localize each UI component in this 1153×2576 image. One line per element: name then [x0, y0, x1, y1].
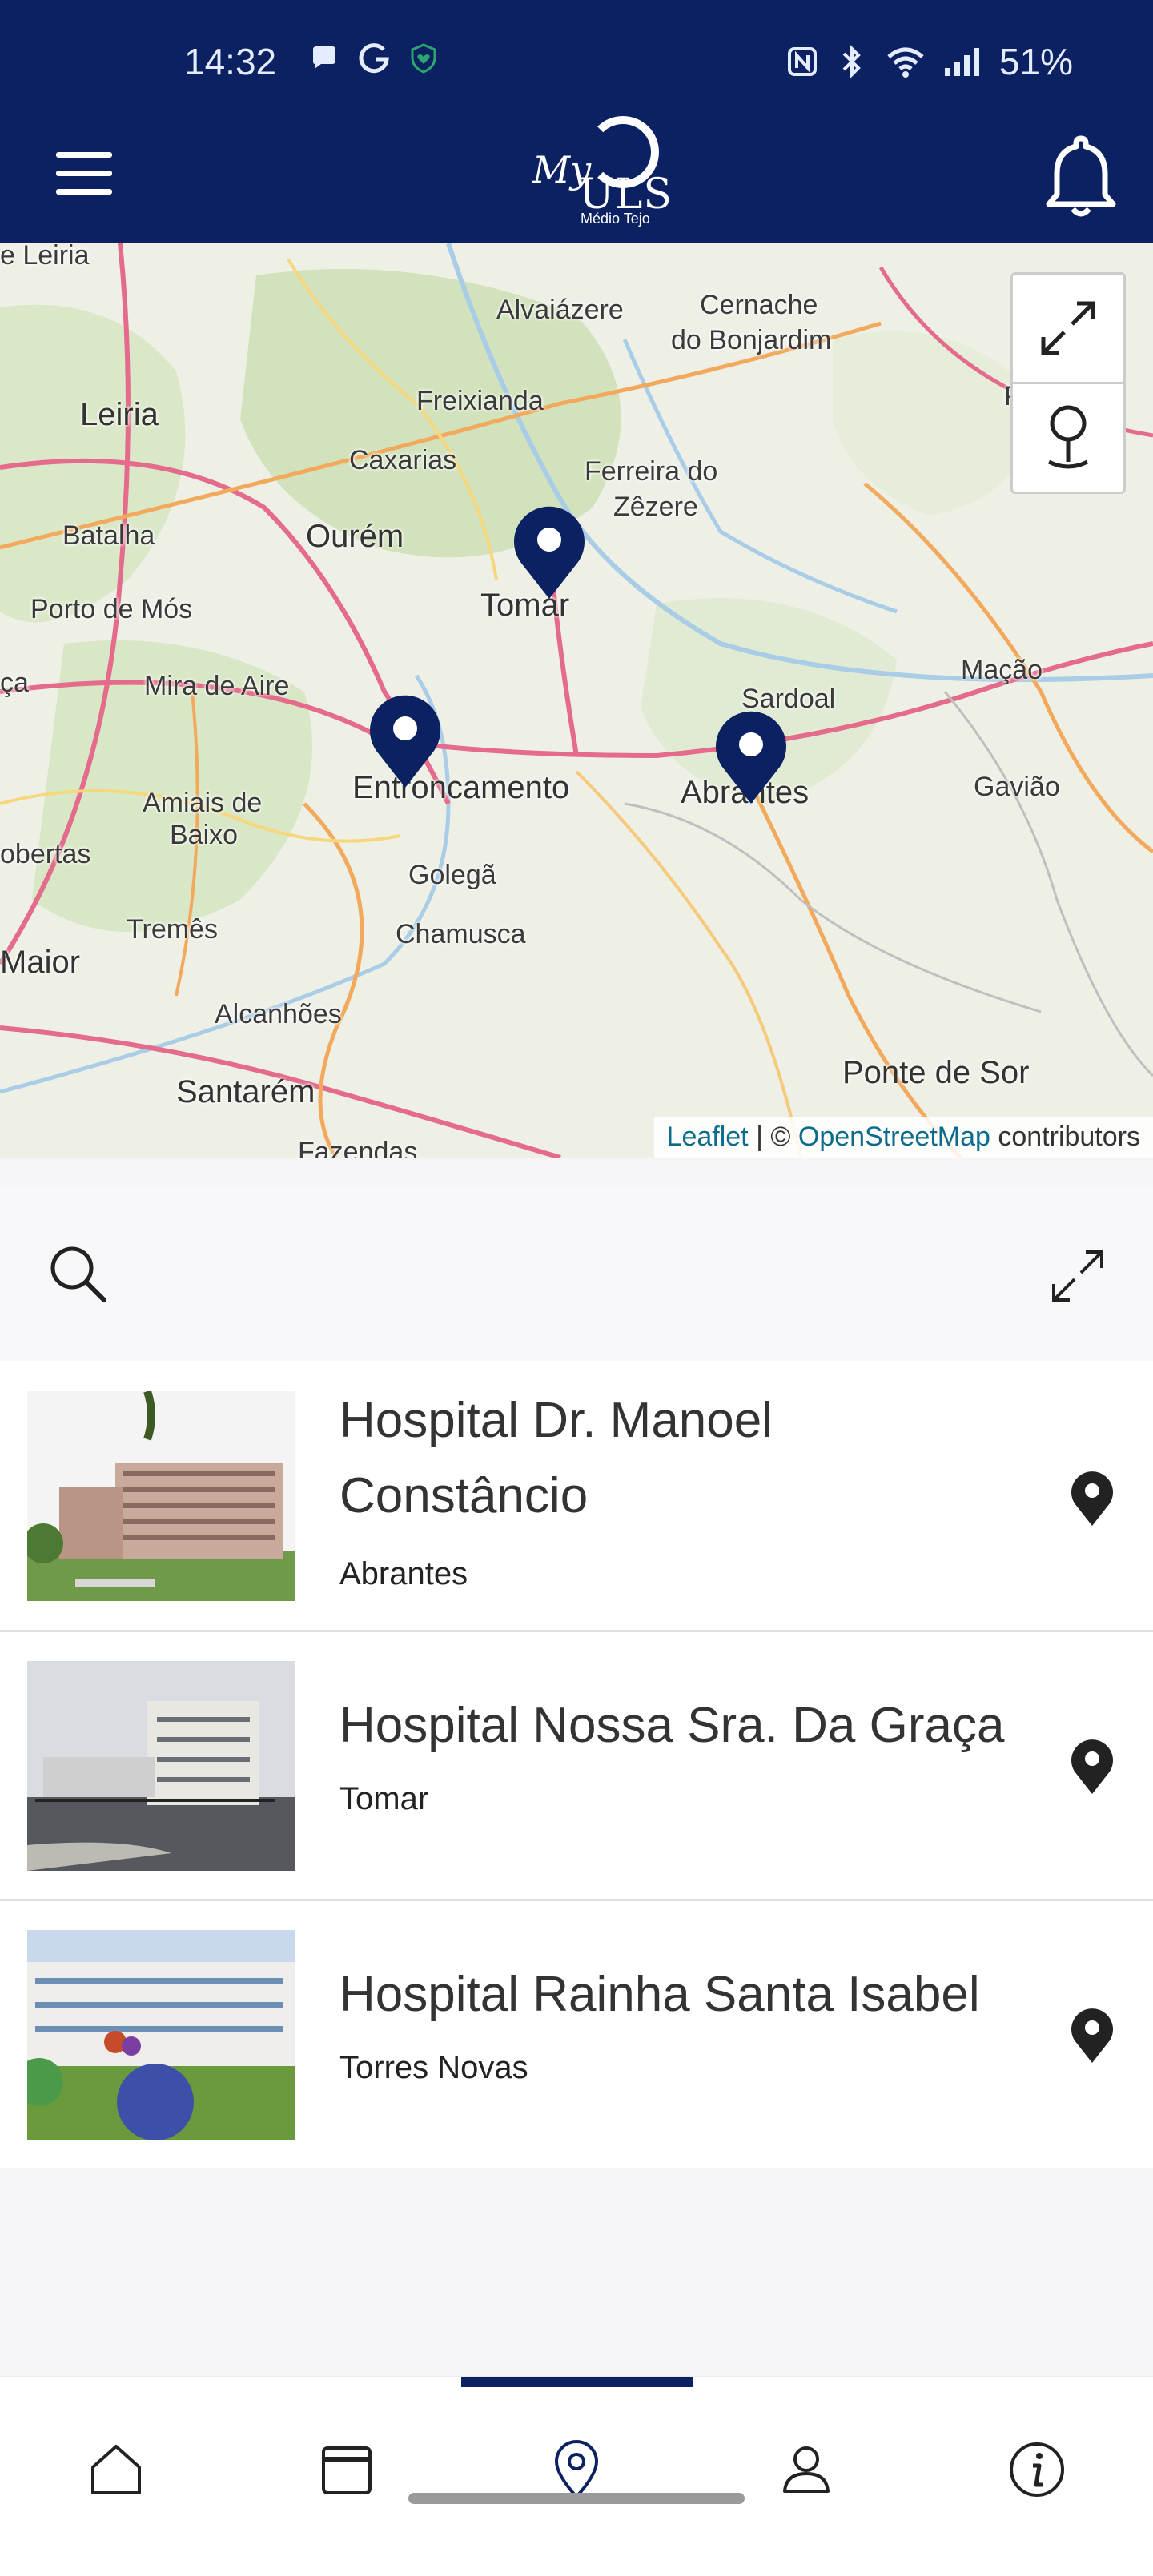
location-pin-icon[interactable]: [1068, 2005, 1116, 2064]
map-place-label: e Leiria: [0, 243, 90, 271]
map-place-label: Porto de Mós: [30, 594, 193, 624]
locate-pin-icon: [1047, 405, 1089, 469]
map-place-label: Zêzere: [613, 492, 698, 522]
list-item[interactable]: Hospital Dr. Manoel Constâncio Abrantes: [0, 1361, 1153, 1630]
leaflet-link[interactable]: Leaflet: [667, 1121, 749, 1152]
map-place-label: do Bonjardim: [671, 325, 832, 355]
map-place-label: Tremês: [127, 914, 218, 945]
nav-info[interactable]: [993, 2426, 1081, 2514]
map-place-label: Baixo: [170, 820, 239, 850]
hospital-photo: [27, 1930, 295, 2140]
hospital-photo: [27, 1391, 295, 1601]
map-marker-entroncamento[interactable]: [365, 692, 445, 789]
heart-shield-icon: [411, 43, 436, 74]
map-marker-abrantes[interactable]: [711, 708, 791, 805]
hospital-name: Hospital Dr. Manoel Constâncio: [339, 1393, 773, 1523]
bell-icon[interactable]: [1041, 132, 1121, 220]
signal-icon: [944, 48, 979, 76]
list-item[interactable]: Hospital Nossa Sra. Da Graça Tomar: [0, 1632, 1153, 1899]
map-place-label: Golegã: [408, 860, 496, 890]
fullscreen-button[interactable]: [1013, 275, 1123, 382]
profile-icon: [783, 2446, 830, 2493]
hospital-photo: [27, 1661, 295, 1871]
hospital-name: Hospital Rainha Santa Isabel: [339, 1967, 980, 2022]
bluetooth-icon: [842, 45, 861, 78]
attribution-suffix: contributors: [990, 1121, 1140, 1152]
map-place-label: Alcanhões: [215, 999, 342, 1029]
app-header: 14:32 51% My ULS Médio Tejo: [0, 0, 1153, 243]
location-pin-icon[interactable]: [1068, 1736, 1116, 1796]
nfc-icon: [787, 47, 817, 76]
hospital-city: Tomar: [339, 1781, 429, 1816]
map-attribution: Leaflet | © OpenStreetMap contributors: [653, 1117, 1153, 1158]
fullscreen-icon: [1041, 301, 1095, 355]
hospital-list-panel: Hospital Dr. Manoel Constâncio Abrantes …: [0, 1185, 1153, 2168]
map-place-label: Ourém: [306, 519, 404, 554]
search-icon[interactable]: [46, 1242, 110, 1306]
map-place-label: Ponte de Sor: [842, 1055, 1030, 1090]
map-place-label: ça: [0, 668, 29, 698]
system-home-bar[interactable]: [408, 2493, 745, 2504]
battery-level: 51%: [998, 41, 1073, 82]
status-time: 14:32: [184, 41, 277, 82]
map-place-label: Santarém: [176, 1074, 315, 1109]
nav-home[interactable]: [72, 2426, 160, 2514]
map-marker-tomar[interactable]: [509, 503, 589, 600]
map-controls: [1010, 272, 1126, 494]
map-place-label: Freixianda: [416, 386, 544, 416]
wifi-icon: [887, 47, 924, 78]
chat-bubble-icon: [313, 46, 335, 69]
calendar-icon: [322, 2446, 372, 2494]
map-view[interactable]: Leiria Batalha Porto de Mós Ourém Tomar Alvai…: [0, 243, 1153, 1158]
map-place-label: Ferreira do: [585, 456, 718, 487]
map-place-label: Amiais de: [143, 788, 263, 818]
map-place-label: Alvaiázere: [496, 295, 624, 325]
search-row: [0, 1185, 1153, 1361]
expand-icon[interactable]: [1047, 1246, 1108, 1306]
status-left-icons: [308, 40, 440, 75]
hospital-name: Hospital Nossa Sra. Da Graça: [339, 1698, 1005, 1753]
map-place-label: Mação: [961, 655, 1043, 685]
bottom-navigation: [0, 2376, 1153, 2576]
map-place-label: Gavião: [974, 772, 1060, 802]
location-icon: [554, 2440, 599, 2500]
app-logo: My ULS Médio Tejo: [532, 116, 672, 228]
info-icon: [1010, 2442, 1064, 2497]
home-icon: [91, 2445, 141, 2494]
active-tab-indicator: [461, 2377, 693, 2387]
map-place-label: Mira de Aire: [144, 671, 290, 701]
list-item[interactable]: Hospital Rainha Santa Isabel Torres Nova…: [0, 1901, 1153, 2168]
map-place-label: Maior: [0, 945, 81, 980]
attribution-separator: | ©: [748, 1121, 798, 1152]
nav-profile[interactable]: [762, 2426, 850, 2514]
map-place-label: Cernache: [700, 290, 818, 320]
hamburger-menu-icon[interactable]: [56, 152, 112, 197]
hospital-city: Abrantes: [339, 1556, 468, 1591]
map-place-label: Fazendas: [298, 1137, 418, 1158]
hospital-city: Torres Novas: [339, 2050, 528, 2085]
location-pin-icon[interactable]: [1068, 1468, 1116, 1527]
nav-calendar[interactable]: [303, 2426, 391, 2514]
map-place-label: Chamusca: [396, 919, 526, 949]
map-place-label: obertas: [0, 839, 91, 869]
map-place-label: Leiria: [80, 397, 159, 432]
logo-subtitle: Médio Tejo: [581, 211, 650, 227]
locate-button[interactable]: [1013, 382, 1123, 492]
g-icon: [359, 43, 389, 74]
map-place-label: Batalha: [62, 520, 155, 551]
status-right: 51%: [786, 40, 1073, 83]
map-place-label: Caxarias: [349, 445, 457, 475]
osm-link[interactable]: OpenStreetMap: [798, 1121, 990, 1152]
